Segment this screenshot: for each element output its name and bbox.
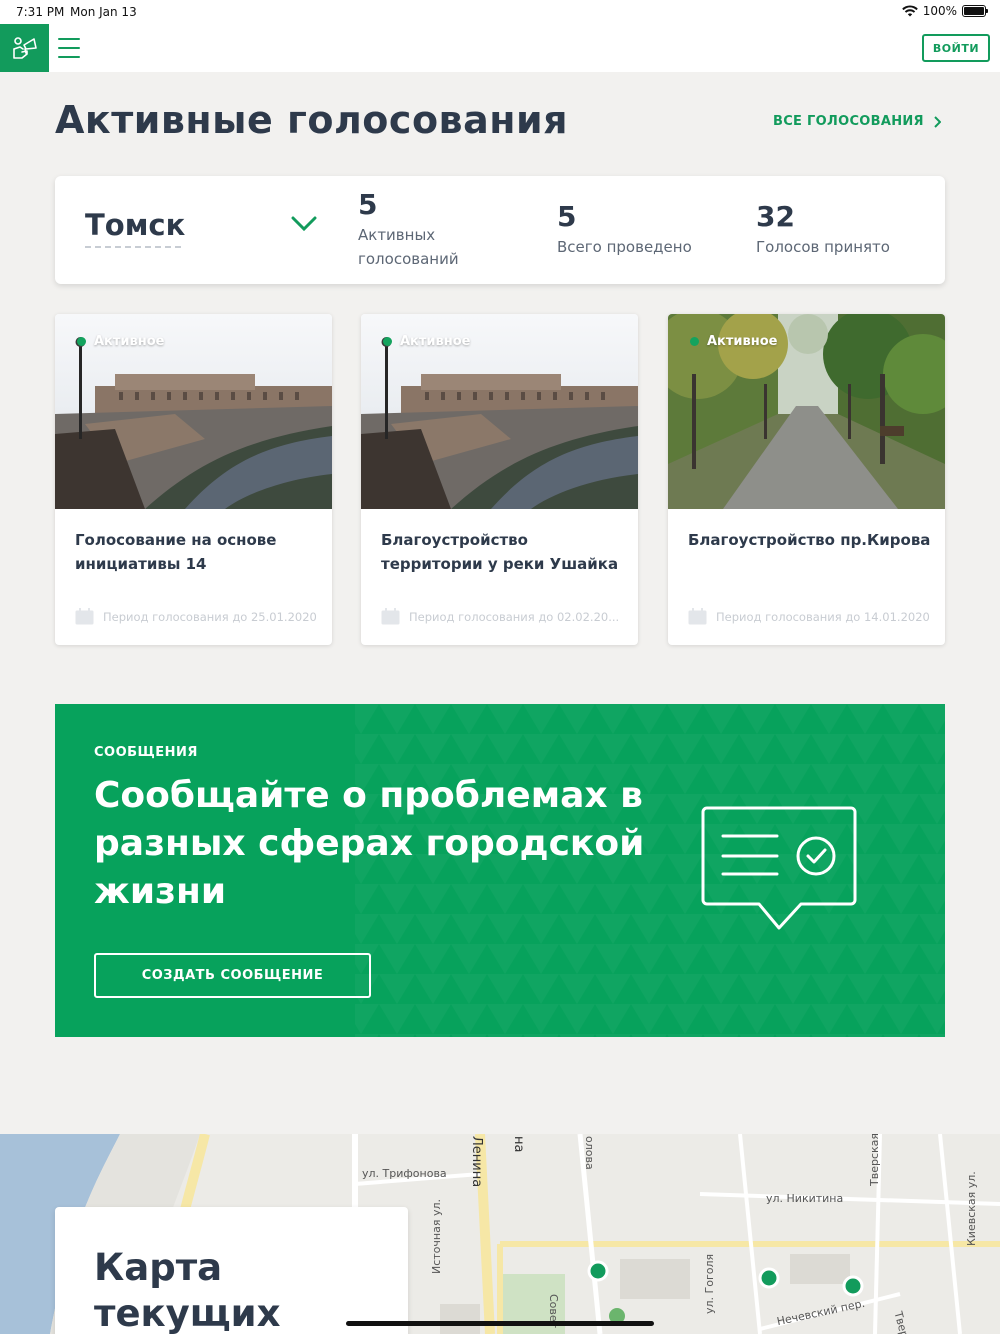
- street-label: Ленина: [469, 1136, 484, 1188]
- status-label: Активное: [400, 334, 471, 349]
- street-label: ул. Гоголя: [703, 1253, 716, 1314]
- status-dot: [383, 337, 392, 346]
- status-time: 7:31 PM: [16, 5, 65, 19]
- messages-banner: СООБЩЕНИЯ Сообщайте о проблемах в разных…: [55, 704, 945, 1037]
- messages-kicker: СООБЩЕНИЯ: [94, 745, 198, 760]
- map-info-card: Карта текущих: [55, 1207, 408, 1334]
- street-label: олова: [583, 1136, 596, 1170]
- status-badge: Активное: [383, 334, 470, 349]
- map-title: Карта текущих: [94, 1245, 280, 1334]
- all-votings-label: ВСЕ ГОЛОСОВАНИЯ: [773, 114, 924, 129]
- stat-active-label: Активных голосований: [358, 226, 459, 268]
- stat-total-value: 5: [557, 200, 577, 233]
- chevron-right-icon: [934, 115, 941, 128]
- map-marker-icon[interactable]: [585, 1259, 611, 1285]
- calendar-icon: [381, 608, 400, 625]
- stat-active-value: 5: [358, 188, 378, 221]
- create-message-button[interactable]: СОЗДАТЬ СООБЩЕНИЕ: [94, 953, 371, 998]
- chevron-down-icon[interactable]: [291, 216, 317, 232]
- stat-votes: 32 Голосов принято: [756, 200, 890, 259]
- status-bar: 7:31 PM Mon Jan 13 100%: [0, 0, 1000, 24]
- voting-period: Период голосования до 25.01.2020: [75, 608, 320, 625]
- map-title-line2: текущих: [94, 1292, 281, 1334]
- stat-total: 5 Всего проведено: [557, 200, 692, 259]
- battery-percent: 100%: [922, 4, 957, 18]
- hamburger-icon[interactable]: [58, 38, 80, 58]
- logo[interactable]: [0, 24, 49, 72]
- message-check-icon: [701, 806, 857, 930]
- voting-card[interactable]: Активное Голосование на основе инициатив…: [55, 314, 332, 645]
- street-label: на: [511, 1136, 526, 1153]
- voting-period-text: Период голосования до 14.01.2020: [716, 609, 930, 624]
- voting-period: Период голосования до 02.02.20...: [381, 608, 626, 625]
- stat-total-label: Всего проведено: [557, 238, 692, 256]
- app-header: ВОЙТИ: [0, 24, 1000, 72]
- street-label: ул. Никитина: [766, 1192, 844, 1205]
- stat-votes-value: 32: [756, 200, 795, 233]
- status-dot: [690, 337, 699, 346]
- voting-title: Голосование на основе инициативы 14: [75, 531, 277, 573]
- messages-heading: Сообщайте о проблемах в разных сферах го…: [94, 775, 645, 912]
- megaphone-hand-icon: [12, 37, 37, 59]
- street-label: Тверская: [868, 1134, 881, 1186]
- voting-card[interactable]: Активное Благоустройство территории у ре…: [361, 314, 638, 645]
- login-button[interactable]: ВОЙТИ: [922, 34, 990, 62]
- voting-title: Благоустройство территории у реки Ушайка: [381, 531, 619, 573]
- map-title-line1: Карта: [94, 1246, 223, 1289]
- stats-card: Томск 5 Активных голосований 5 Всего про…: [55, 176, 945, 284]
- voting-title: Благоустройство пр.Кирова: [688, 531, 931, 549]
- status-label: Активное: [707, 334, 778, 349]
- status-right: 100%: [901, 4, 988, 18]
- map-marker-icon[interactable]: [840, 1273, 866, 1299]
- status-badge: Активное: [77, 334, 164, 349]
- voting-card[interactable]: Активное Благоустройство пр.Кирова Перио…: [668, 314, 945, 645]
- voting-period-text: Период голосования до 25.01.2020: [103, 609, 317, 624]
- status-dot: [77, 337, 86, 346]
- calendar-icon: [688, 608, 707, 625]
- city-name: Томск: [85, 208, 186, 242]
- street-label: Источная ул.: [430, 1199, 443, 1274]
- stat-active: 5 Активных голосований: [358, 188, 528, 271]
- all-votings-link[interactable]: ВСЕ ГОЛОСОВАНИЯ: [773, 114, 941, 129]
- wifi-icon: [901, 5, 918, 17]
- map-section[interactable]: ул. Трифонова Ленина на олова Источная у…: [0, 1134, 1000, 1334]
- home-indicator: [346, 1321, 654, 1326]
- city-underline: [85, 246, 181, 248]
- status-date: Mon Jan 13: [70, 5, 137, 19]
- street-label: Киевская ул.: [965, 1171, 978, 1246]
- battery-icon: [962, 5, 988, 17]
- voting-period: Период голосования до 14.01.2020: [688, 608, 933, 625]
- status-label: Активное: [94, 334, 165, 349]
- voting-period-text: Период голосования до 02.02.20...: [409, 609, 620, 624]
- map-marker-icon[interactable]: [756, 1265, 782, 1291]
- street-label: ул. Трифонова: [362, 1167, 447, 1180]
- stat-votes-label: Голосов принято: [756, 238, 890, 256]
- calendar-icon: [75, 608, 94, 625]
- page-title: Активные голосования: [55, 98, 569, 142]
- status-badge: Активное: [690, 334, 777, 349]
